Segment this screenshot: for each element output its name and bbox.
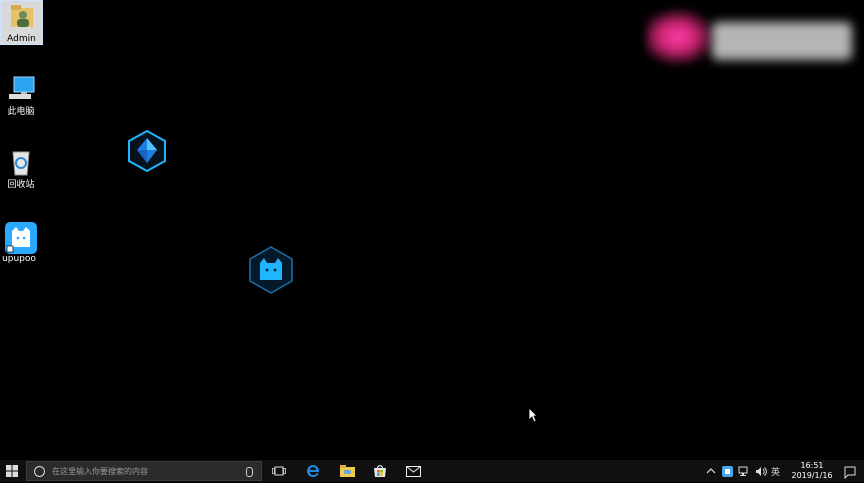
cortana-icon bbox=[34, 465, 45, 477]
clock[interactable]: 16:51 2019/1/16 bbox=[786, 461, 838, 481]
taskbar-search-box[interactable]: 在这里输入你要搜索的内容 bbox=[26, 461, 262, 481]
user-folder-icon bbox=[7, 1, 37, 31]
desktop-icon-upupoo[interactable]: upupoo bbox=[1, 221, 37, 265]
mail-button[interactable] bbox=[402, 460, 424, 482]
app-tray-icon[interactable] bbox=[722, 465, 733, 477]
hex-cat-widget-icon[interactable] bbox=[249, 246, 293, 294]
blurred-region bbox=[646, 8, 716, 66]
file-explorer-button[interactable] bbox=[336, 460, 358, 482]
clock-date: 2019/1/16 bbox=[791, 471, 833, 480]
desktop-icon-this-pc[interactable]: 此电脑 bbox=[3, 74, 39, 118]
desktop-icon-label: 此电脑 bbox=[7, 107, 35, 117]
desktop-icon-label: upupoo bbox=[2, 254, 36, 264]
microphone-icon[interactable] bbox=[246, 467, 253, 477]
task-view-icon bbox=[272, 466, 286, 476]
network-icon[interactable] bbox=[738, 466, 750, 477]
recycle-bin-icon bbox=[6, 147, 36, 177]
edge-button[interactable] bbox=[302, 460, 324, 482]
volume-icon[interactable] bbox=[755, 466, 767, 477]
computer-icon bbox=[6, 74, 36, 104]
ime-indicator[interactable]: 英 bbox=[771, 465, 780, 478]
blurred-region bbox=[712, 22, 852, 60]
mouse-cursor-icon bbox=[528, 407, 538, 423]
windows-logo-icon bbox=[6, 465, 18, 477]
mail-icon bbox=[405, 465, 421, 477]
action-center-button[interactable] bbox=[844, 464, 856, 480]
search-placeholder: 在这里输入你要搜索的内容 bbox=[52, 466, 148, 476]
system-tray: 英 bbox=[706, 460, 780, 482]
taskbar: 在这里输入你要搜索的内容 英 16:51 2019/1/16 bbox=[0, 460, 864, 482]
desktop-icon-recycle-bin[interactable]: 回收站 bbox=[3, 147, 39, 191]
task-view-button[interactable] bbox=[268, 460, 290, 482]
chevron-up-icon[interactable] bbox=[706, 467, 716, 475]
file-explorer-icon bbox=[339, 465, 355, 477]
desktop-icon-label: 回收站 bbox=[7, 180, 35, 190]
hex-diamond-widget-icon[interactable] bbox=[128, 129, 166, 173]
desktop-icon-label: Admin bbox=[7, 34, 36, 44]
desktop[interactable]: Admin 此电脑 回收站 upupoo bbox=[0, 0, 864, 460]
store-button[interactable] bbox=[369, 460, 391, 482]
upupoo-cat-icon bbox=[4, 221, 37, 254]
clock-time: 16:51 bbox=[800, 461, 824, 470]
notification-icon bbox=[844, 466, 856, 480]
start-button[interactable] bbox=[0, 460, 24, 482]
edge-icon bbox=[307, 465, 319, 477]
store-icon bbox=[374, 465, 386, 477]
desktop-icon-admin[interactable]: Admin bbox=[0, 0, 43, 45]
